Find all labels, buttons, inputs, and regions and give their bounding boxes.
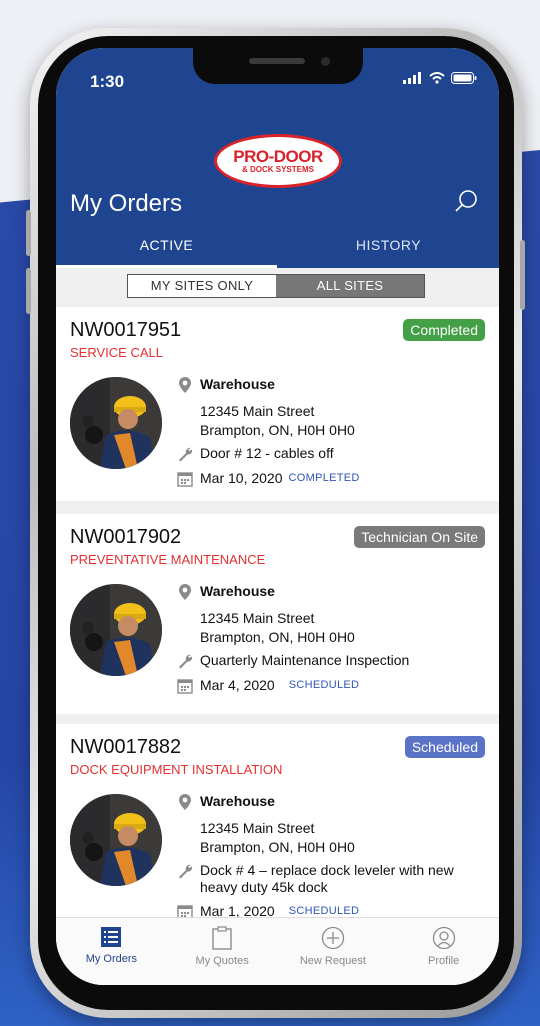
date-row: Mar 4, 2020 SCHEDULED bbox=[174, 677, 359, 695]
tab-history[interactable]: HISTORY bbox=[278, 234, 499, 268]
order-date: Mar 4, 2020 bbox=[200, 677, 275, 693]
status-badge: Completed bbox=[403, 319, 485, 341]
order-description: Dock # 4 – replace dock leveler with new… bbox=[200, 862, 454, 895]
filter-all-sites[interactable]: ALL SITES bbox=[276, 275, 424, 297]
battery-icon bbox=[451, 72, 477, 84]
status-badge: Technician On Site bbox=[354, 526, 485, 548]
calendar-icon bbox=[174, 677, 196, 695]
order-type: SERVICE CALL bbox=[70, 345, 163, 360]
volume-down-button bbox=[26, 268, 31, 314]
site-name: Warehouse bbox=[200, 793, 275, 809]
site-row: Warehouse bbox=[174, 376, 275, 394]
technician-photo bbox=[70, 377, 162, 469]
app-screen: 1:30 PRO-DOOR & DOCK SYSTEMS My Orders A… bbox=[56, 48, 499, 985]
order-type: DOCK EQUIPMENT INSTALLATION bbox=[70, 762, 283, 777]
clipboard-icon bbox=[212, 926, 232, 950]
nav-my-quotes[interactable]: My Quotes bbox=[167, 918, 278, 985]
calendar-icon bbox=[174, 470, 196, 488]
nav-label: New Request bbox=[299, 955, 366, 967]
location-pin-icon bbox=[174, 793, 196, 811]
site-name: Warehouse bbox=[200, 376, 275, 392]
technician-photo bbox=[70, 794, 162, 886]
status-time: 1:30 bbox=[90, 72, 125, 91]
order-status: COMPLETED bbox=[288, 472, 360, 484]
order-type: PREVENTATIVE MAINTENANCE bbox=[70, 552, 266, 567]
bottom-nav: My Orders My Quotes New Request Profile bbox=[56, 917, 499, 985]
address-line-1: 12345 Main Street bbox=[200, 820, 315, 836]
address-line-1: 12345 Main Street bbox=[200, 610, 315, 626]
address-line-1: 12345 Main Street bbox=[200, 403, 315, 419]
search-icon[interactable] bbox=[453, 188, 481, 216]
wrench-icon bbox=[174, 445, 196, 463]
location-pin-icon bbox=[174, 376, 196, 394]
filter-my-sites[interactable]: MY SITES ONLY bbox=[128, 275, 276, 297]
order-status: SCHEDULED bbox=[288, 905, 360, 917]
plus-circle-icon bbox=[321, 926, 345, 950]
status-badge: Scheduled bbox=[404, 736, 485, 758]
order-description: Door # 12 - cables off bbox=[200, 445, 334, 461]
wifi-icon bbox=[429, 72, 445, 84]
logo-text: PRO-DOOR bbox=[233, 146, 323, 166]
page-title: My Orders bbox=[70, 190, 183, 217]
site-row: Warehouse bbox=[174, 793, 275, 811]
address-line-2: Brampton, ON, H0H 0H0 bbox=[200, 422, 355, 438]
order-description: Quarterly Maintenance Inspection bbox=[200, 652, 410, 668]
nav-my-orders[interactable]: My Orders bbox=[56, 918, 167, 985]
app-header: 1:30 PRO-DOOR & DOCK SYSTEMS My Orders A… bbox=[56, 48, 499, 268]
nav-profile[interactable]: Profile bbox=[388, 918, 499, 985]
front-camera bbox=[321, 57, 330, 66]
list-icon bbox=[101, 927, 122, 947]
order-card[interactable]: NW0017882 DOCK EQUIPMENT INSTALLATION Sc… bbox=[56, 724, 499, 920]
nav-label: Profile bbox=[428, 955, 460, 967]
order-date: Mar 10, 2020 bbox=[200, 470, 283, 486]
signal-icon bbox=[403, 72, 421, 84]
description-row: Door # 12 - cables off bbox=[174, 445, 334, 463]
order-id: NW0017902 bbox=[70, 526, 182, 548]
location-pin-icon bbox=[174, 583, 196, 601]
notch bbox=[193, 48, 363, 84]
order-id: NW0017951 bbox=[70, 319, 182, 341]
description-row: Dock # 4 – replace dock leveler with new… bbox=[174, 862, 454, 896]
nav-new-request[interactable]: New Request bbox=[278, 918, 389, 985]
address-line-2: Brampton, ON, H0H 0H0 bbox=[200, 629, 355, 645]
order-card[interactable]: NW0017951 SERVICE CALL Completed Warehou… bbox=[56, 307, 499, 501]
date-row: Mar 10, 2020 COMPLETED bbox=[174, 470, 360, 488]
volume-up-button bbox=[26, 210, 31, 256]
logo-subtext: & DOCK SYSTEMS bbox=[241, 164, 314, 174]
brand-logo: PRO-DOOR & DOCK SYSTEMS bbox=[214, 134, 342, 188]
description-row: Quarterly Maintenance Inspection bbox=[174, 652, 409, 670]
status-icons bbox=[403, 72, 477, 84]
order-status: SCHEDULED bbox=[288, 679, 360, 691]
power-button bbox=[520, 240, 525, 310]
wrench-icon bbox=[174, 652, 196, 670]
technician-photo bbox=[70, 584, 162, 676]
tab-active[interactable]: ACTIVE bbox=[56, 234, 277, 268]
address-line-2: Brampton, ON, H0H 0H0 bbox=[200, 839, 355, 855]
nav-label: My Orders bbox=[85, 953, 138, 965]
nav-label: My Quotes bbox=[195, 955, 249, 967]
wrench-icon bbox=[174, 862, 196, 880]
site-filter: MY SITES ONLY ALL SITES bbox=[127, 274, 425, 298]
speaker bbox=[249, 58, 305, 64]
site-row: Warehouse bbox=[174, 583, 275, 601]
order-card[interactable]: NW0017902 PREVENTATIVE MAINTENANCE Techn… bbox=[56, 514, 499, 714]
order-id: NW0017882 bbox=[70, 736, 182, 758]
user-icon bbox=[432, 926, 455, 950]
site-name: Warehouse bbox=[200, 583, 275, 599]
